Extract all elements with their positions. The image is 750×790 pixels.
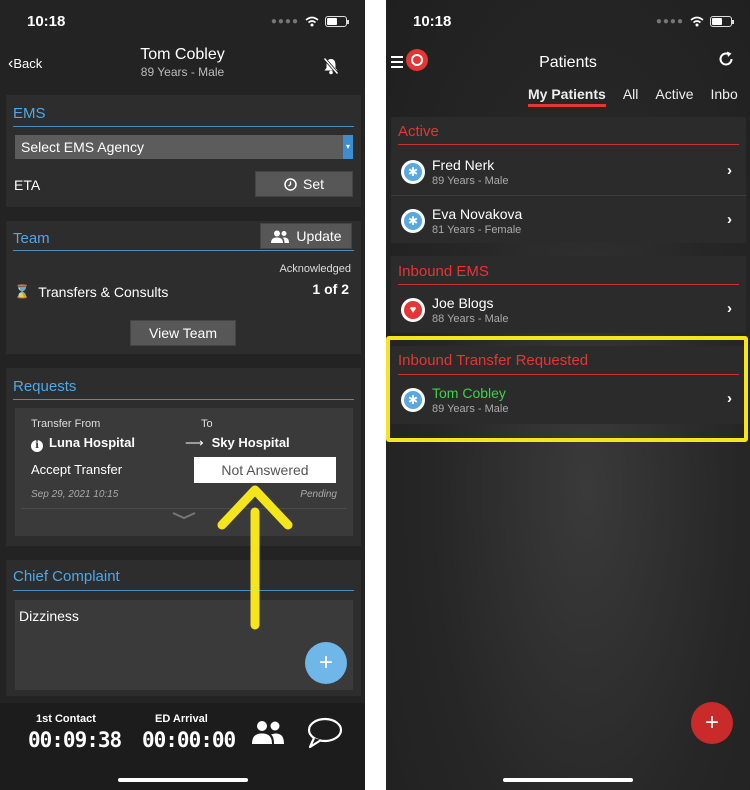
add-fab[interactable]: +	[305, 642, 347, 684]
patient-name: Eva Novakova	[432, 206, 523, 222]
active-section-divider	[398, 144, 739, 145]
page-title: Patients	[539, 54, 597, 71]
patient-detail-screen: 10:18 ●●●● ‹Back Tom Cobley 89 Years - M…	[0, 0, 365, 790]
home-indicator	[117, 778, 248, 782]
battery-icon	[710, 16, 734, 27]
plus-icon: +	[318, 649, 333, 676]
refresh-icon[interactable]	[718, 51, 734, 67]
chevron-right-icon: ›	[727, 211, 732, 228]
highlight-box	[386, 336, 748, 442]
add-patient-fab[interactable]: +	[691, 702, 733, 744]
people-icon	[271, 230, 290, 243]
tab-inbound[interactable]: Inbo	[711, 86, 738, 107]
ed-arrival-timer: 00:00:00	[142, 728, 236, 752]
patient-sub: 81 Years - Female	[432, 224, 522, 236]
inbound-ems-title: Inbound EMS	[398, 263, 489, 280]
inbound-ems-section: Inbound EMS ♥ Joe Blogs 88 Years - Male …	[391, 256, 746, 333]
tab-bar: My Patients All Active Inbo	[528, 86, 738, 107]
status-time: 10:18	[413, 13, 452, 30]
row-divider	[391, 195, 746, 196]
chat-icon[interactable]	[306, 717, 344, 749]
patients-list-screen: 10:18 ●●●● Patients My Patients All Acti…	[386, 0, 750, 790]
wifi-icon	[690, 16, 704, 27]
heart-icon: ♥	[401, 298, 425, 322]
patient-sub: 88 Years - Male	[432, 313, 509, 325]
timer-bar: 1st Contact 00:09:38 ED Arrival 00:00:00	[0, 703, 365, 790]
update-team-button[interactable]: Update	[260, 223, 352, 249]
status-icons: ●●●●	[655, 16, 734, 27]
tab-active[interactable]: Active	[655, 86, 693, 107]
signal-icon: ●●●●	[655, 16, 684, 27]
update-team-label: Update	[296, 228, 342, 244]
star-of-life-icon: ✱	[401, 209, 425, 233]
patient-row[interactable]: ♥ Joe Blogs 88 Years - Male ›	[391, 289, 746, 331]
tab-all[interactable]: All	[623, 86, 639, 107]
active-section: Active ✱ Fred Nerk 89 Years - Male › ✱ E…	[391, 117, 746, 243]
patient-name: Joe Blogs	[432, 295, 494, 311]
chevron-right-icon: ›	[727, 162, 732, 179]
plus-icon: +	[704, 709, 719, 736]
tab-my-patients[interactable]: My Patients	[528, 86, 606, 107]
active-section-title: Active	[398, 123, 439, 140]
patient-row[interactable]: ✱ Eva Novakova 81 Years - Female ›	[391, 200, 746, 242]
patient-name: Fred Nerk	[432, 157, 495, 173]
patient-sub: 89 Years - Male	[432, 175, 509, 187]
home-indicator	[503, 778, 633, 782]
patient-row[interactable]: ✱ Fred Nerk 89 Years - Male ›	[391, 151, 746, 193]
inbound-ems-divider	[398, 284, 739, 285]
team-icon[interactable]	[250, 720, 286, 744]
chevron-right-icon: ›	[727, 300, 732, 317]
first-contact-timer: 00:09:38	[28, 728, 122, 752]
status-bar: 10:18 ●●●●	[386, 0, 750, 44]
star-of-life-icon: ✱	[401, 160, 425, 184]
first-contact-label: 1st Contact	[36, 713, 96, 725]
ed-arrival-label: ED Arrival	[155, 713, 208, 725]
